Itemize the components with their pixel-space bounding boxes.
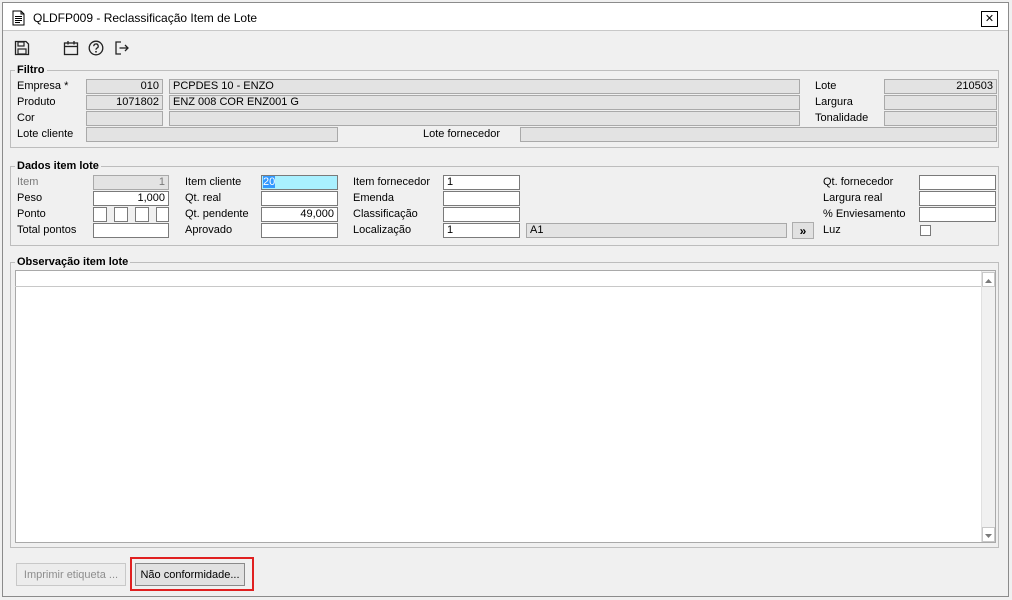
close-button[interactable]: ✕ [981, 11, 998, 27]
item-fornecedor-field[interactable]: 1 [443, 175, 520, 190]
tonalidade-label: Tonalidade [815, 112, 869, 124]
classificacao-field[interactable] [443, 207, 520, 222]
empresa-name-field[interactable]: PCPDES 10 - ENZO [169, 79, 800, 94]
ponto-field-2[interactable] [114, 207, 128, 222]
empresa-code-field[interactable]: 010 [86, 79, 163, 94]
scroll-down-arrow-icon [985, 529, 992, 541]
emenda-label: Emenda [353, 192, 394, 204]
cor-name-field[interactable] [169, 111, 800, 126]
ponto-field-4[interactable] [156, 207, 169, 222]
largura-label: Largura [815, 96, 853, 108]
qt-real-field[interactable] [261, 191, 338, 206]
memo-divider [15, 286, 981, 287]
qt-pendente-label: Qt. pendente [185, 208, 249, 220]
help-icon [88, 40, 104, 59]
item-field: 1 [93, 175, 169, 190]
localizacao-field[interactable]: 1 [443, 223, 520, 238]
largura-field[interactable] [884, 95, 997, 110]
largura-real-label: Largura real [823, 192, 883, 204]
lote-cliente-field[interactable] [86, 127, 338, 142]
tonalidade-field[interactable] [884, 111, 997, 126]
lote-fornecedor-label: Lote fornecedor [423, 128, 501, 140]
localizacao-description-field: A1 [526, 223, 787, 238]
lote-field[interactable]: 210503 [884, 79, 997, 94]
nao-conformidade-label: Não conformidade... [140, 568, 240, 581]
help-button[interactable] [87, 40, 105, 58]
exit-button[interactable] [113, 40, 131, 58]
aprovado-field[interactable] [261, 223, 338, 238]
produto-label: Produto [17, 96, 56, 108]
cor-label: Cor [17, 112, 35, 124]
produto-code-field[interactable]: 1071802 [86, 95, 163, 110]
scroll-down-button[interactable] [982, 527, 995, 542]
classificacao-label: Classificação [353, 208, 418, 220]
peso-field[interactable]: 1,000 [93, 191, 169, 206]
calendar-button[interactable] [62, 40, 80, 58]
qt-pendente-field[interactable]: 49,000 [261, 207, 338, 222]
imprimir-etiqueta-label: Imprimir etiqueta ... [23, 568, 119, 581]
ponto-field-3[interactable] [135, 207, 149, 222]
observacao-memo[interactable] [15, 270, 996, 543]
scroll-up-button[interactable] [982, 272, 995, 287]
empresa-label: Empresa * [17, 80, 69, 92]
lote-fornecedor-field[interactable] [520, 127, 997, 142]
imprimir-etiqueta-button[interactable]: Imprimir etiqueta ... [16, 563, 126, 586]
item-cliente-field[interactable]: 20 [261, 175, 338, 190]
filtro-group-title: Filtro [15, 64, 47, 76]
dados-group-title: Dados item lote [15, 160, 101, 172]
scroll-up-arrow-icon [985, 274, 992, 286]
localizacao-label: Localização [353, 224, 412, 236]
observacao-group-title: Observação item lote [15, 256, 131, 268]
enviesamento-field[interactable] [919, 207, 996, 222]
enviesamento-label: % Enviesamento [823, 208, 906, 220]
window-title: QLDFP009 - Reclassificação Item de Lote [33, 11, 258, 25]
lote-label: Lote [815, 80, 837, 92]
luz-label: Luz [823, 224, 841, 236]
emenda-field[interactable] [443, 191, 520, 206]
exit-icon [114, 40, 130, 59]
luz-checkbox[interactable] [920, 225, 931, 236]
qt-fornecedor-label: Qt. fornecedor [823, 176, 894, 188]
item-cliente-selected-text: 20 [263, 176, 276, 188]
cor-code-field[interactable] [86, 111, 163, 126]
calendar-icon [63, 40, 79, 59]
peso-label: Peso [17, 192, 43, 204]
total-pontos-label: Total pontos [17, 224, 77, 236]
qt-fornecedor-field[interactable] [919, 175, 996, 190]
close-icon: ✕ [984, 12, 995, 25]
produto-name-field[interactable]: ENZ 008 COR ENZ001 G [169, 95, 800, 110]
item-fornecedor-label: Item fornecedor [353, 176, 431, 188]
largura-real-field[interactable] [919, 191, 996, 206]
save-button[interactable] [13, 40, 31, 58]
item-label: Item [17, 176, 39, 188]
aprovado-label: Aprovado [185, 224, 233, 236]
lote-cliente-label: Lote cliente [17, 128, 74, 140]
memo-scrollbar[interactable] [981, 271, 995, 542]
save-icon [14, 40, 30, 59]
qt-real-label: Qt. real [185, 192, 222, 204]
total-pontos-field[interactable] [93, 223, 169, 238]
nao-conformidade-button[interactable]: Não conformidade... [135, 563, 245, 586]
localizacao-lookup-button[interactable]: » [792, 222, 814, 239]
double-chevron-right-icon: » [799, 223, 807, 238]
item-cliente-label: Item cliente [185, 176, 242, 188]
ponto-field-1[interactable] [93, 207, 107, 222]
app-document-icon [12, 10, 25, 26]
ponto-label: Ponto [17, 208, 46, 220]
